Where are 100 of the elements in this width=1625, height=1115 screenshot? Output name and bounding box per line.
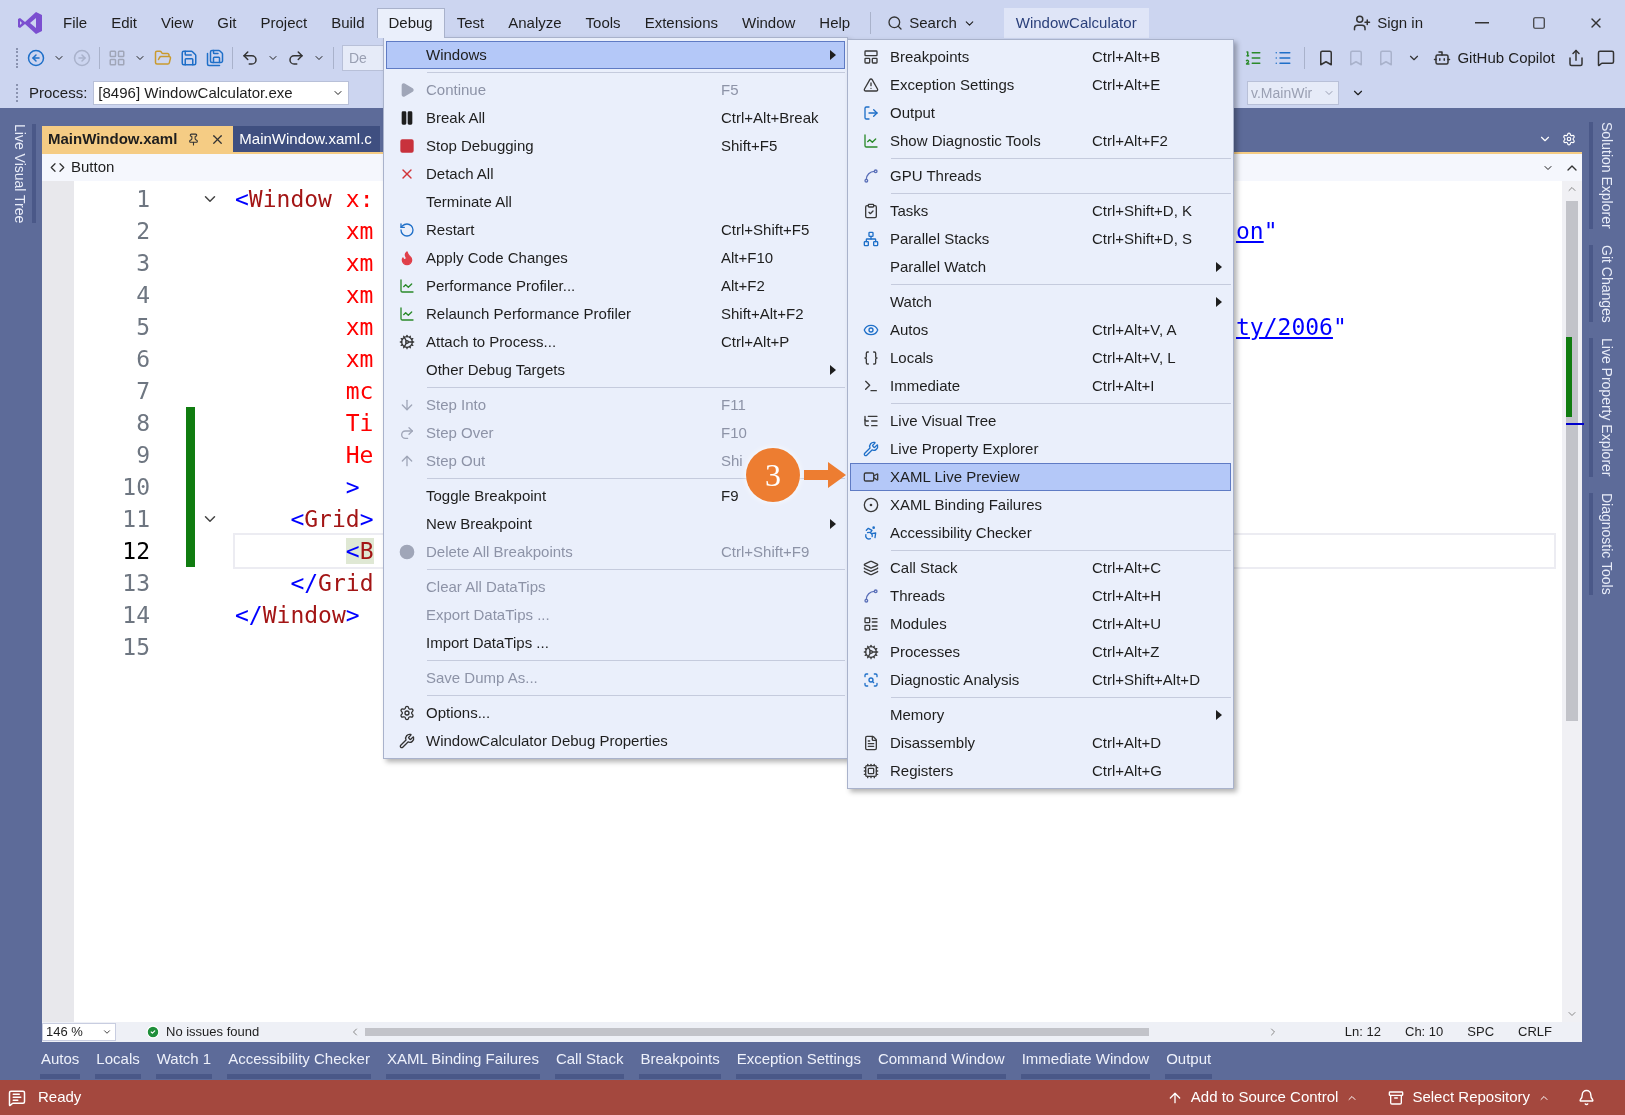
- line-number: 14: [121, 601, 150, 630]
- menu-item[interactable]: Breakpoints Ctrl+Alt+B: [850, 43, 1231, 71]
- menu-item[interactable]: Attach to Process... Ctrl+Alt+P: [386, 328, 845, 356]
- menu-item[interactable]: Call Stack Ctrl+Alt+C: [850, 554, 1231, 582]
- column-indicator[interactable]: Ch: 10: [1405, 1022, 1444, 1042]
- issues-status: No issues found: [166, 1023, 260, 1042]
- code-line: </Grid: [289, 570, 374, 596]
- menu-bar-item[interactable]: Window: [730, 8, 808, 38]
- menu-item[interactable]: XAML Binding Failures: [850, 491, 1231, 519]
- stop-icon: [398, 138, 415, 154]
- line-number: 4: [135, 281, 150, 310]
- list-icon[interactable]: [1274, 49, 1293, 67]
- document-tab[interactable]: MainWindow.xaml: [42, 126, 234, 152]
- save-icon[interactable]: [180, 49, 198, 67]
- repository-button[interactable]: Select Repository: [1388, 1086, 1550, 1109]
- menu-bar-item[interactable]: Tools: [573, 8, 633, 38]
- menu-item[interactable]: Options...: [386, 699, 845, 727]
- copilot-button[interactable]: GitHub Copilot: [1433, 46, 1555, 70]
- menu-item[interactable]: Terminate All: [386, 188, 845, 216]
- feedback-icon[interactable]: [1597, 49, 1615, 67]
- code-line: xm: [344, 282, 374, 308]
- menu-bar-item[interactable]: Analyze: [496, 8, 574, 38]
- zoom-field[interactable]: 146 %: [42, 1023, 116, 1041]
- menu-item[interactable]: Disassembly Ctrl+Alt+D: [850, 729, 1231, 757]
- menu-item[interactable]: Immediate Ctrl+Alt+I: [850, 372, 1231, 400]
- menu-item[interactable]: Detach All: [386, 160, 845, 188]
- menu-bar-item[interactable]: Build: [319, 8, 377, 38]
- menu-item[interactable]: Restart Ctrl+Shift+F5: [386, 216, 845, 244]
- menu-item[interactable]: Processes Ctrl+Alt+Z: [850, 638, 1231, 666]
- menu-item[interactable]: Show Diagnostic Tools Ctrl+Alt+F2: [850, 127, 1231, 155]
- share-icon[interactable]: [1567, 49, 1585, 67]
- menu-item[interactable]: Watch: [850, 288, 1231, 316]
- vertical-scrollbar[interactable]: [1562, 181, 1582, 1022]
- menu-item[interactable]: Parallel Watch: [850, 253, 1231, 281]
- menu-bar-item[interactable]: File: [51, 8, 100, 38]
- menu-item[interactable]: Memory: [850, 701, 1231, 729]
- document-tab[interactable]: MainWindow.xaml.c: [233, 126, 380, 152]
- folder-icon[interactable]: [154, 49, 172, 67]
- check-icon: [146, 1025, 160, 1039]
- menu-item[interactable]: Accessibility Checker: [850, 519, 1231, 547]
- line-indicator[interactable]: Ln: 12: [1344, 1022, 1381, 1042]
- undo-icon[interactable]: [241, 49, 259, 67]
- whitespace-indicator[interactable]: SPC: [1467, 1022, 1495, 1042]
- menu-item[interactable]: Relaunch Performance Profiler Shift+Alt+F2: [386, 300, 845, 328]
- menu-bar-item[interactable]: Git: [205, 8, 249, 38]
- menu-item[interactable]: Import DataTips ...: [386, 629, 845, 657]
- line-number: 1: [135, 185, 150, 214]
- menu-item[interactable]: Diagnostic Analysis Ctrl+Shift+Alt+D: [850, 666, 1231, 694]
- menu-item[interactable]: Parallel Stacks Ctrl+Shift+D, S: [850, 225, 1231, 253]
- code-line: xm: [344, 250, 374, 276]
- tool-window-tab[interactable]: Diagnostic Tools: [1588, 492, 1619, 595]
- menu-item[interactable]: New Breakpoint: [386, 510, 845, 538]
- menu-item[interactable]: Autos Ctrl+Alt+V, A: [850, 316, 1231, 344]
- menu-item[interactable]: GPU Threads: [850, 162, 1231, 190]
- menu-bar-item[interactable]: Project: [248, 8, 320, 38]
- bot-icon: [1433, 49, 1452, 67]
- minimize-icon[interactable]: [1475, 22, 1489, 24]
- menu-item[interactable]: Other Debug Targets: [386, 356, 845, 384]
- tool-window-tab[interactable]: Live Property Explorer: [1588, 338, 1619, 477]
- menu-item[interactable]: Stop Debugging Shift+F5: [386, 132, 845, 160]
- menu-item[interactable]: Windows: [386, 41, 845, 69]
- list-icon[interactable]: [1244, 49, 1263, 67]
- source-control-button[interactable]: Add to Source Control: [1166, 1086, 1359, 1109]
- menu-item[interactable]: Break All Ctrl+Alt+Break: [386, 104, 845, 132]
- menu-item[interactable]: Apply Code Changes Alt+F10: [386, 244, 845, 272]
- tool-window-tab[interactable]: Git Changes: [1588, 244, 1619, 323]
- maximize-icon: [1532, 16, 1546, 30]
- menu-bar-item[interactable]: Test: [444, 8, 497, 38]
- menu-item[interactable]: Performance Profiler... Alt+F2: [386, 272, 845, 300]
- tool-window-tab[interactable]: Live Visual Tree: [6, 124, 36, 224]
- menu-bar-item[interactable]: Help: [807, 8, 863, 38]
- code-line: He: [344, 442, 374, 468]
- user-add-icon: [1353, 14, 1372, 32]
- code-icon: [50, 160, 65, 175]
- redo-icon[interactable]: [287, 49, 305, 67]
- tool-window-tab[interactable]: Solution Explorer: [1588, 122, 1619, 229]
- menu-item[interactable]: Exception Settings Ctrl+Alt+E: [850, 71, 1231, 99]
- search-button[interactable]: Search: [879, 8, 984, 38]
- menu-item[interactable]: Registers Ctrl+Alt+G: [850, 757, 1231, 785]
- menu-item[interactable]: Output: [850, 99, 1231, 127]
- save-all-icon[interactable]: [206, 49, 224, 67]
- menu-item[interactable]: Locals Ctrl+Alt+V, L: [850, 344, 1231, 372]
- menu-item[interactable]: XAML Live Preview: [850, 463, 1231, 491]
- back-icon[interactable]: [27, 49, 45, 67]
- network-icon: [862, 231, 879, 247]
- menu-bar-item[interactable]: View: [149, 8, 206, 38]
- menu-item[interactable]: WindowCalculator Debug Properties: [386, 727, 845, 755]
- menu-bar-item[interactable]: Edit: [99, 8, 150, 38]
- process-field[interactable]: [8496] WindowCalculator.exe: [93, 81, 350, 105]
- line-ending-indicator[interactable]: CRLF: [1518, 1022, 1552, 1042]
- menu-item[interactable]: Live Property Explorer: [850, 435, 1231, 463]
- menu-item[interactable]: Threads Ctrl+Alt+H: [850, 582, 1231, 610]
- menu-item[interactable]: Tasks Ctrl+Shift+D, K: [850, 197, 1231, 225]
- menu-bar-item[interactable]: Debug: [376, 8, 445, 38]
- menu-item[interactable]: Modules Ctrl+Alt+U: [850, 610, 1231, 638]
- wave-icon: [862, 588, 879, 604]
- menu-item[interactable]: Live Visual Tree: [850, 407, 1231, 435]
- sign-in-button[interactable]: Sign in: [1353, 8, 1423, 38]
- menu-bar-item[interactable]: Extensions: [632, 8, 730, 38]
- scan-icon: [862, 672, 879, 688]
